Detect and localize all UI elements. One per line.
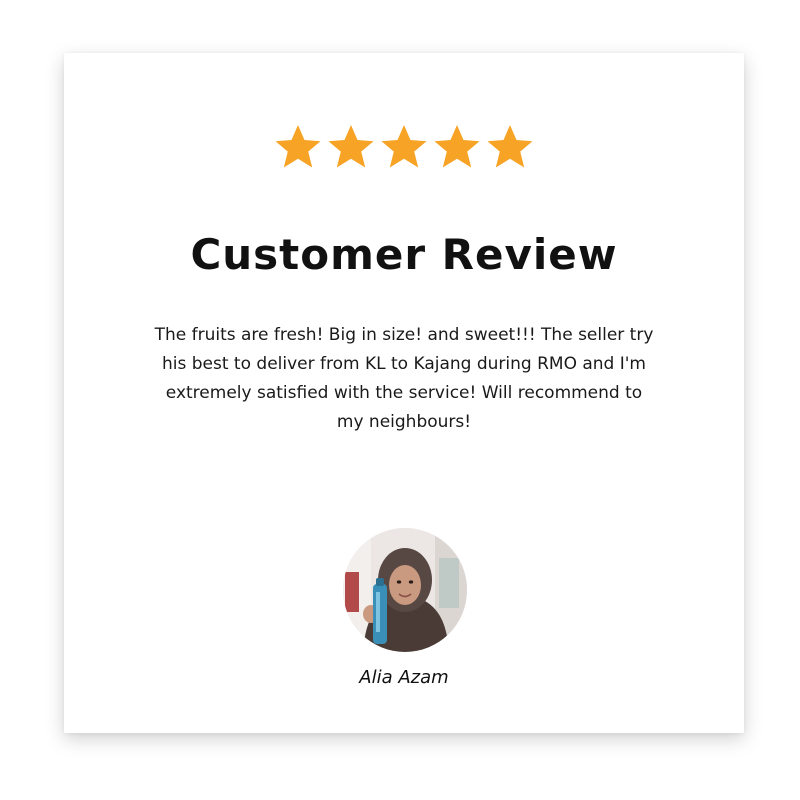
- review-text: The fruits are fresh! Big in size! and s…: [154, 325, 654, 432]
- star-rating: [64, 123, 744, 173]
- review-card: Customer Review The fruits are fresh! Bi…: [64, 53, 744, 733]
- reviewer-photo-icon: [343, 528, 467, 652]
- avatar: [343, 528, 467, 652]
- page: Customer Review The fruits are fresh! Bi…: [0, 0, 800, 800]
- star-icon: [486, 123, 534, 171]
- star-icon: [274, 123, 322, 171]
- reviewer-name: Alia Azam: [359, 667, 449, 688]
- page-title: Customer Review: [190, 230, 618, 279]
- star-icon: [327, 123, 375, 171]
- star-icon: [380, 123, 428, 171]
- star-icon: [433, 123, 481, 171]
